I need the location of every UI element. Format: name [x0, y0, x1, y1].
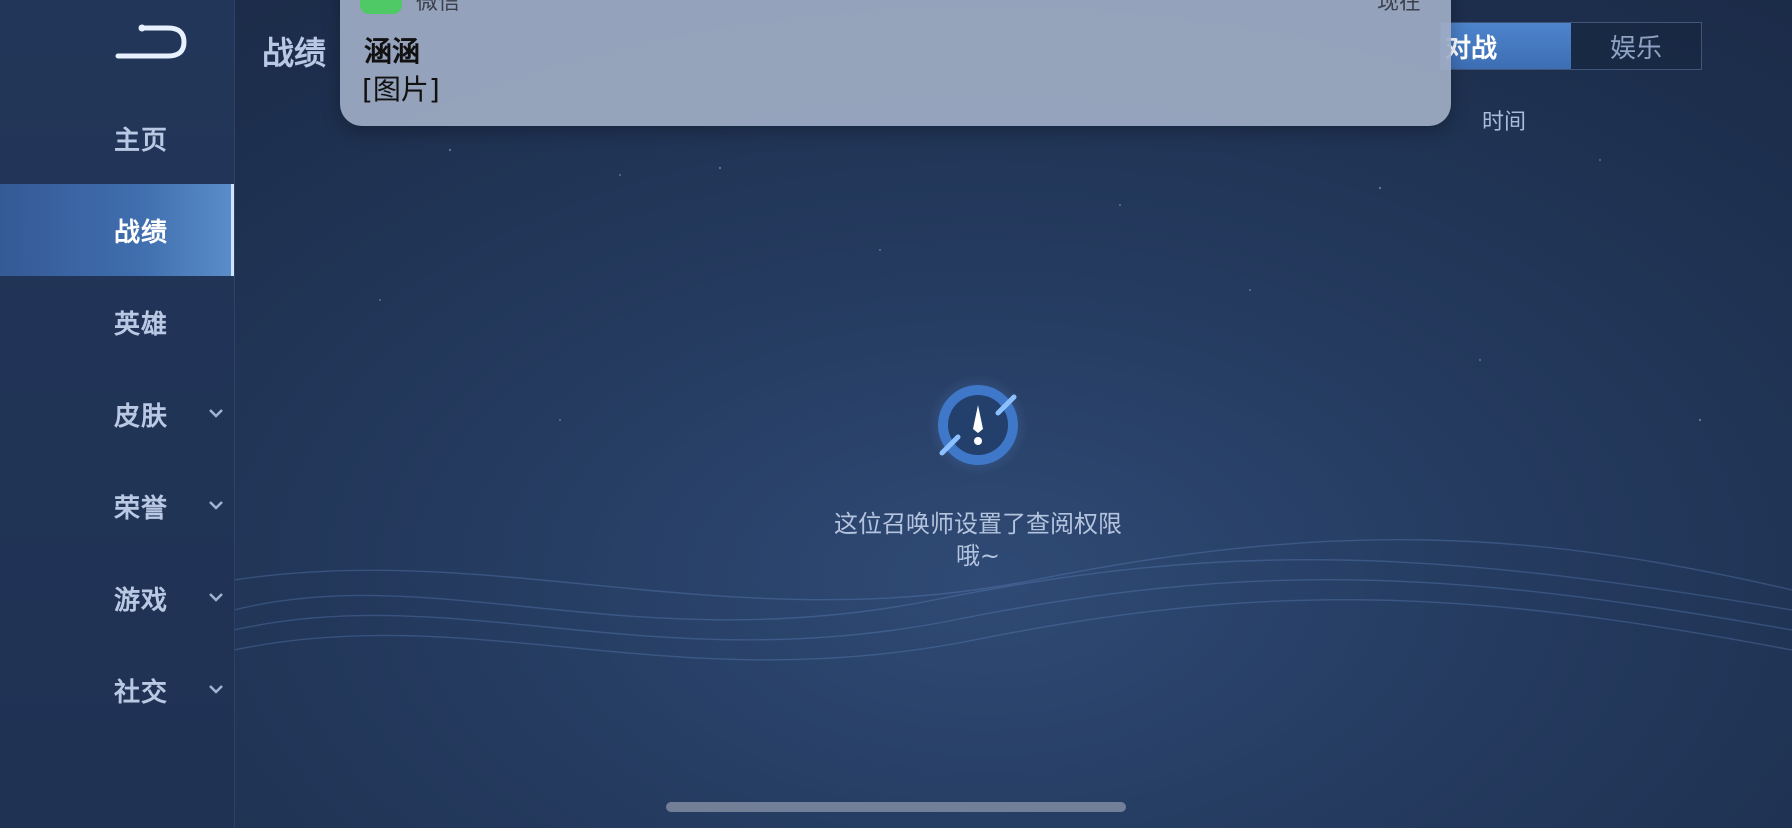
sidebar-item-social[interactable]: 社交: [0, 644, 234, 736]
wechat-app-icon: [360, 0, 402, 14]
notification-message: [图片]: [362, 73, 440, 106]
sidebar-item-home[interactable]: 主页: [0, 92, 234, 184]
chevron-down-icon: [209, 501, 223, 510]
empty-state-line1: 这位召唤师设置了查阅权限: [834, 510, 1122, 538]
tab-entertainment[interactable]: 娱乐: [1571, 23, 1701, 69]
tab-label: 对战: [1444, 33, 1497, 64]
chevron-down-icon: [209, 685, 223, 694]
mode-tabs: 对战 娱乐: [1440, 22, 1702, 70]
empty-state-message: 这位召唤师设置了查阅权限 哦~: [818, 508, 1138, 572]
back-arrow-icon: [115, 24, 187, 59]
notification-sender: 涵涵: [364, 35, 421, 68]
sidebar-item-label: 社交: [114, 677, 169, 708]
notification-banner[interactable]: 微信 现在 涵涵 [图片]: [340, 0, 1451, 126]
notification-app-name: 微信: [416, 0, 461, 15]
sort-by-time[interactable]: 时间: [1482, 104, 1526, 136]
home-indicator[interactable]: [666, 802, 1126, 812]
chevron-down-icon: [209, 593, 223, 602]
sidebar-item-games[interactable]: 游戏: [0, 552, 234, 644]
sidebar-item-label: 战绩: [114, 217, 169, 248]
sidebar-item-label: 英雄: [114, 309, 169, 340]
warning-badge-icon: [928, 375, 1028, 475]
chevron-down-icon: [209, 409, 223, 418]
sidebar-item-honors[interactable]: 荣誉: [0, 460, 234, 552]
page-title: 战绩: [262, 34, 327, 72]
sidebar-item-label: 皮肤: [114, 401, 169, 432]
back-button[interactable]: [112, 22, 190, 66]
sidebar: 主页 战绩 英雄 皮肤 荣誉 游戏 社交: [0, 0, 235, 828]
sidebar-item-label: 荣誉: [114, 493, 169, 524]
sidebar-item-label: 游戏: [114, 585, 169, 616]
sidebar-item-label: 主页: [114, 125, 169, 156]
tab-label: 娱乐: [1609, 33, 1662, 64]
sidebar-item-record[interactable]: 战绩: [0, 184, 234, 276]
notification-time: 现在: [1376, 0, 1421, 15]
sidebar-item-heroes[interactable]: 英雄: [0, 276, 234, 368]
tab-battle[interactable]: 对战: [1441, 23, 1571, 69]
sidebar-item-skins[interactable]: 皮肤: [0, 368, 234, 460]
empty-state-line2: 哦~: [955, 542, 1001, 570]
